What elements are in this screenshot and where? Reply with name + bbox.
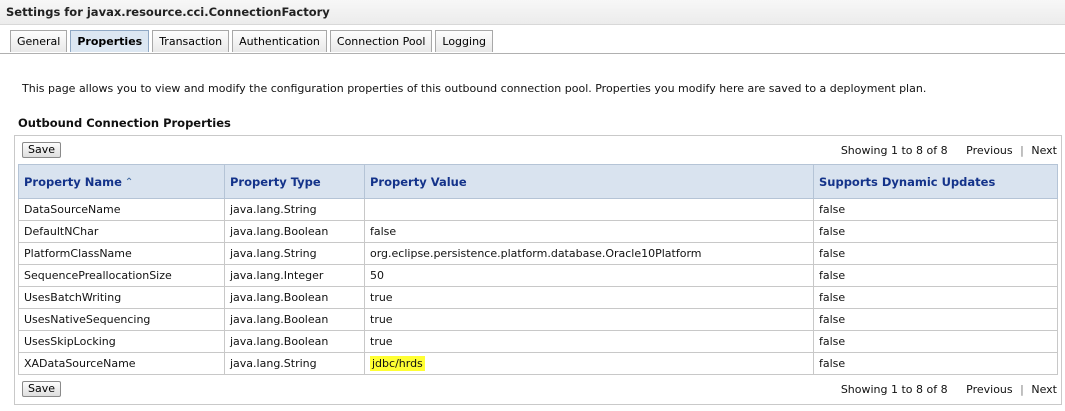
next-link[interactable]: Next bbox=[1031, 144, 1057, 157]
cell-property-value: false bbox=[364, 220, 814, 243]
table-header-row: Property Name ⌃ Property Type Property Va… bbox=[18, 164, 1058, 199]
cell-property-value: true bbox=[364, 330, 814, 353]
cell-dynamic-updates: false bbox=[813, 308, 1058, 331]
properties-table: Property Name ⌃ Property Type Property Va… bbox=[18, 164, 1058, 375]
settings-page: Settings for javax.resource.cci.Connecti… bbox=[0, 0, 1065, 411]
cell-dynamic-updates: false bbox=[813, 286, 1058, 309]
cell-property-value: true bbox=[364, 308, 814, 331]
table-row: SequencePreallocationSize java.lang.Integ… bbox=[18, 264, 1058, 287]
tab-transaction[interactable]: Transaction bbox=[152, 30, 230, 52]
sort-ascending-icon[interactable]: ⌃ bbox=[125, 177, 133, 188]
column-header-property-value[interactable]: Property Value bbox=[364, 164, 814, 199]
showing-count: Showing 1 to 8 of 8 bbox=[840, 144, 948, 157]
table-row: DataSourceName java.lang.String false bbox=[18, 198, 1058, 221]
cell-dynamic-updates: false bbox=[813, 264, 1058, 287]
cell-property-name: XADataSourceName bbox=[18, 352, 225, 375]
tab-connection-pool[interactable]: Connection Pool bbox=[329, 30, 433, 52]
cell-property-value: 50 bbox=[364, 264, 814, 287]
table-row: XADataSourceName java.lang.String jdbc/hrd… bbox=[18, 352, 1058, 375]
pager-separator: | bbox=[1020, 383, 1024, 396]
cell-property-name: DefaultNChar bbox=[18, 220, 225, 243]
pager-top: Showing 1 to 8 of 8 Previous | Next bbox=[841, 144, 1057, 157]
cell-dynamic-updates: false bbox=[813, 352, 1058, 375]
cell-property-type: java.lang.Boolean bbox=[224, 220, 365, 243]
table-row: UsesSkipLocking java.lang.Boolean true fals… bbox=[18, 330, 1058, 353]
column-header-label: Property Name bbox=[24, 174, 122, 189]
cell-property-type: java.lang.Boolean bbox=[224, 330, 365, 353]
cell-property-name: UsesSkipLocking bbox=[18, 330, 225, 353]
previous-link[interactable]: Previous bbox=[966, 383, 1013, 396]
cell-property-value: org.eclipse.persistence.platform.databas… bbox=[364, 242, 814, 265]
tab-logging[interactable]: Logging bbox=[435, 30, 494, 52]
section-title: Outbound Connection Properties bbox=[18, 116, 231, 130]
cell-property-type: java.lang.Boolean bbox=[224, 308, 365, 331]
save-button-bottom[interactable]: Save bbox=[22, 381, 62, 397]
table-row: DefaultNChar java.lang.Boolean false false bbox=[18, 220, 1058, 243]
title-bar: Settings for javax.resource.cci.Connecti… bbox=[0, 0, 1065, 25]
column-header-property-name[interactable]: Property Name ⌃ bbox=[18, 164, 225, 199]
cell-property-name: PlatformClassName bbox=[18, 242, 225, 265]
tab-authentication[interactable]: Authentication bbox=[232, 30, 327, 52]
cell-property-type: java.lang.String bbox=[224, 242, 365, 265]
tab-divider bbox=[0, 53, 1065, 54]
cell-dynamic-updates: false bbox=[813, 220, 1058, 243]
table-row: UsesNativeSequencing java.lang.Boolean tru… bbox=[18, 308, 1058, 331]
table-row: UsesBatchWriting java.lang.Boolean true fal… bbox=[18, 286, 1058, 309]
pager-separator bbox=[955, 144, 959, 157]
previous-link[interactable]: Previous bbox=[966, 144, 1013, 157]
cell-dynamic-updates: false bbox=[813, 242, 1058, 265]
cell-property-type: java.lang.Boolean bbox=[224, 286, 365, 309]
cell-property-name: UsesNativeSequencing bbox=[18, 308, 225, 331]
cell-dynamic-updates: false bbox=[813, 330, 1058, 353]
cell-property-name: DataSourceName bbox=[18, 198, 225, 221]
pager-separator bbox=[955, 383, 959, 396]
save-button-top[interactable]: Save bbox=[22, 142, 62, 158]
cell-property-type: java.lang.Integer bbox=[224, 264, 365, 287]
tab-bar: General Properties Transaction Authentic… bbox=[10, 30, 494, 52]
page-description: This page allows you to view and modify … bbox=[22, 82, 927, 95]
showing-count: Showing 1 to 8 of 8 bbox=[840, 383, 948, 396]
cell-dynamic-updates: false bbox=[813, 198, 1058, 221]
page-title: Settings for javax.resource.cci.Connecti… bbox=[6, 5, 330, 19]
next-link[interactable]: Next bbox=[1031, 383, 1057, 396]
cell-property-type: java.lang.String bbox=[224, 198, 365, 221]
cell-property-value: jdbc/hrds bbox=[364, 352, 814, 375]
tab-general[interactable]: General bbox=[10, 30, 68, 52]
highlighted-value: jdbc/hrds bbox=[370, 356, 425, 371]
table-row: PlatformClassName java.lang.String org.ecl… bbox=[18, 242, 1058, 265]
tab-properties[interactable]: Properties bbox=[70, 30, 150, 52]
cell-property-value bbox=[364, 198, 814, 221]
column-header-property-type[interactable]: Property Type bbox=[224, 164, 365, 199]
cell-property-name: UsesBatchWriting bbox=[18, 286, 225, 309]
pager-separator: | bbox=[1020, 144, 1024, 157]
cell-property-value: true bbox=[364, 286, 814, 309]
pager-bottom: Showing 1 to 8 of 8 Previous | Next bbox=[841, 383, 1057, 396]
cell-property-type: java.lang.String bbox=[224, 352, 365, 375]
column-header-dynamic-updates[interactable]: Supports Dynamic Updates bbox=[813, 164, 1058, 199]
cell-property-name: SequencePreallocationSize bbox=[18, 264, 225, 287]
